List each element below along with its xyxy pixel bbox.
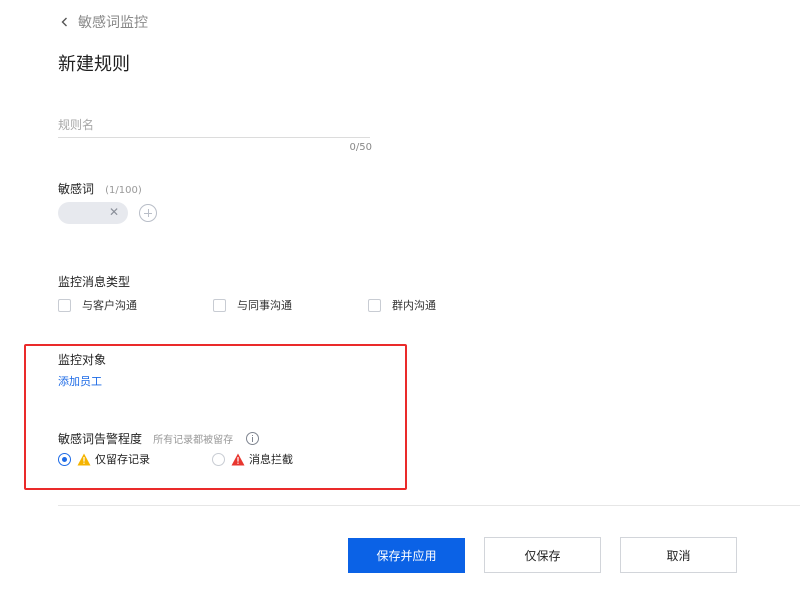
back-breadcrumb[interactable]: 敏感词监控 <box>58 12 148 32</box>
radio-label: 仅留存记录 <box>95 453 150 466</box>
add-word-icon[interactable] <box>139 204 157 222</box>
checkbox-colleague[interactable]: 与同事沟通 <box>213 297 292 313</box>
rule-name-counter: 0/50 <box>349 142 372 153</box>
checkbox-box[interactable] <box>213 298 226 312</box>
radio-button[interactable] <box>212 452 225 466</box>
checkbox-label: 与同事沟通 <box>237 299 292 312</box>
chevron-left-icon <box>61 17 67 27</box>
footer-divider <box>58 505 800 506</box>
alert-level-header: 敏感词告警程度 所有记录都被留存 <box>58 428 260 447</box>
message-types-label: 监控消息类型 <box>58 275 131 289</box>
rule-name-input[interactable] <box>58 113 370 138</box>
checkbox-group[interactable]: 群内沟通 <box>368 297 436 313</box>
checkbox-customer[interactable]: 与客户沟通 <box>58 297 137 313</box>
warning-yellow-icon <box>77 453 91 465</box>
sensitive-words-label: 敏感词 <box>58 182 95 196</box>
checkbox-box[interactable] <box>368 298 381 312</box>
info-icon[interactable] <box>246 432 260 445</box>
save-and-apply-button[interactable]: 保存并应用 <box>348 538 465 573</box>
cancel-button[interactable]: 取消 <box>620 537 737 573</box>
sensitive-words-count: (1/100) <box>105 185 142 196</box>
checkbox-label: 与客户沟通 <box>82 299 137 312</box>
alert-level-hint: 所有记录都被留存 <box>153 435 234 446</box>
sensitive-word-chip[interactable]: ✕ <box>58 202 128 224</box>
page-title: 新建规则 <box>58 54 130 75</box>
remove-word-icon[interactable]: ✕ <box>109 205 119 219</box>
monitor-target-label: 监控对象 <box>58 353 107 367</box>
checkbox-label: 群内沟通 <box>392 299 436 312</box>
checkbox-box[interactable] <box>58 298 71 312</box>
radio-label: 消息拦截 <box>249 453 293 466</box>
alert-level-label: 敏感词告警程度 <box>58 432 143 446</box>
radio-intercept[interactable]: 消息拦截 <box>212 451 293 467</box>
radio-record-only[interactable]: 仅留存记录 <box>58 451 150 467</box>
warning-red-icon <box>231 453 245 465</box>
add-employee-link[interactable]: 添加员工 <box>58 373 102 389</box>
sensitive-words-header: 敏感词 (1/100) <box>58 178 142 197</box>
radio-button[interactable] <box>58 452 71 466</box>
save-only-button[interactable]: 仅保存 <box>484 537 601 573</box>
breadcrumb-label: 敏感词监控 <box>78 15 148 31</box>
